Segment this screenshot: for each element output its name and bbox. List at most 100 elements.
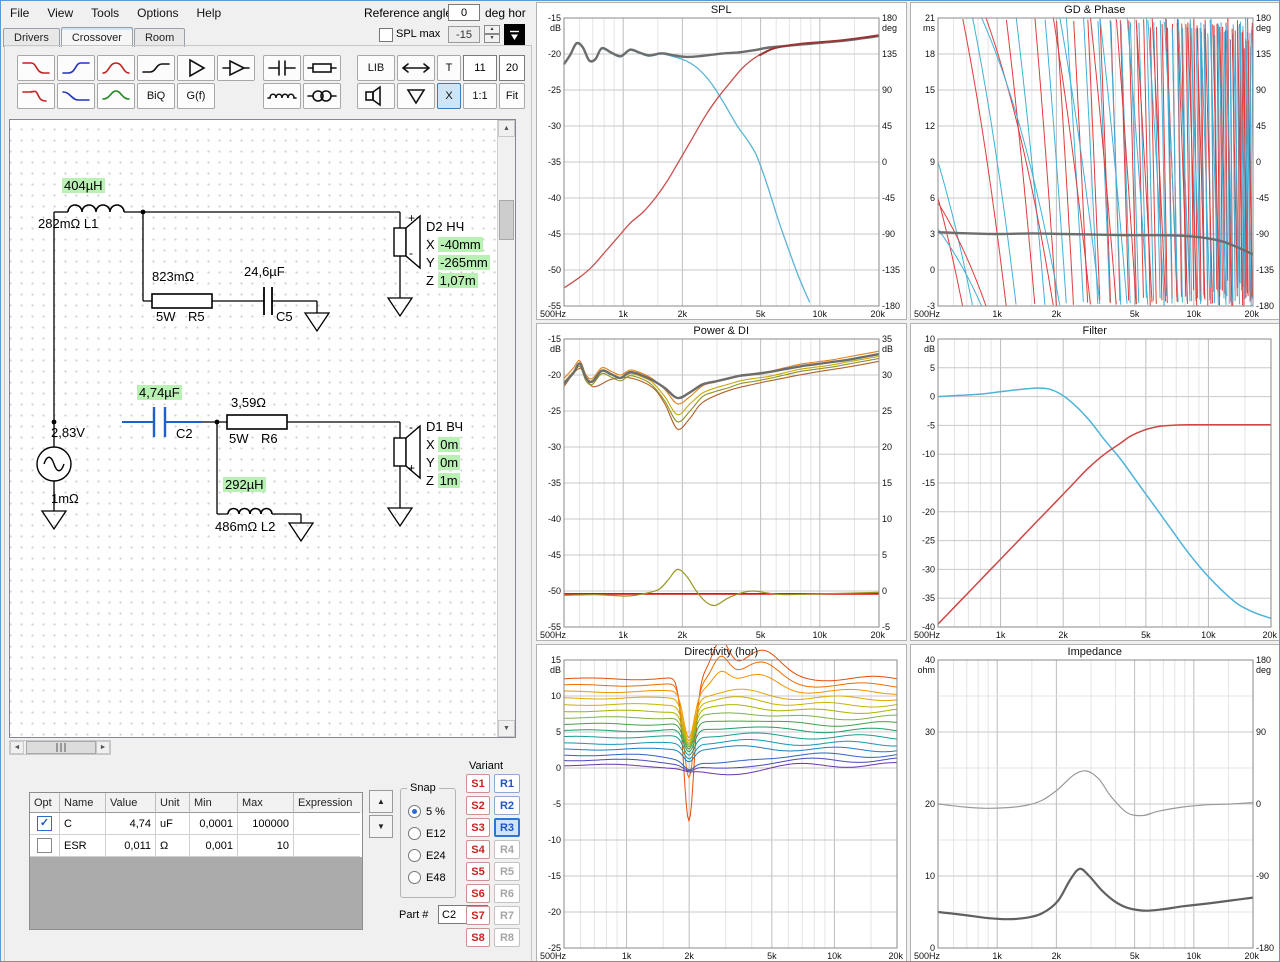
buffer-amplifier-button[interactable]: [217, 55, 255, 81]
component-l1[interactable]: [67, 204, 125, 213]
scroll-down-icon[interactable]: ▼: [498, 720, 515, 737]
gain-function-button[interactable]: G(f): [177, 83, 215, 109]
d2-z-label[interactable]: Z 1,07m: [426, 273, 478, 289]
spl-max-spinner[interactable]: ▲ ▼: [484, 25, 500, 44]
radio-icon[interactable]: [408, 827, 421, 840]
bandpass-filter-button[interactable]: [97, 55, 135, 81]
col-min[interactable]: Min: [190, 793, 238, 813]
variant-r1-button[interactable]: R1: [494, 774, 520, 793]
lowpass-filter-button[interactable]: [17, 55, 55, 81]
component-r5[interactable]: [151, 293, 213, 309]
x-toggle-button[interactable]: X: [437, 83, 461, 109]
tab-drivers[interactable]: Drivers: [3, 28, 60, 47]
variant-r6-button[interactable]: R6: [494, 884, 520, 903]
c2-ref-label[interactable]: C2: [176, 426, 193, 442]
scroll-right-icon[interactable]: ►: [96, 741, 110, 754]
library-button[interactable]: LIB: [357, 55, 395, 81]
variant-r5-button[interactable]: R5: [494, 862, 520, 881]
component-source[interactable]: [36, 446, 72, 482]
autoscale-button[interactable]: [504, 24, 525, 46]
variant-s8-button[interactable]: S8: [466, 928, 490, 947]
d2-ref-label[interactable]: D2 НЧ: [426, 219, 464, 235]
fit-button[interactable]: Fit: [499, 83, 525, 109]
c2-value-label[interactable]: 4,74µF: [137, 385, 182, 401]
table-row[interactable]: ✓ C 4,74 uF 0,0001 100000: [30, 813, 362, 835]
snap-option-e24[interactable]: E24: [408, 849, 446, 862]
vertical-scroll-thumb[interactable]: [499, 200, 514, 240]
col-expression[interactable]: Expression: [294, 793, 360, 813]
ideal-amplifier-button[interactable]: [177, 55, 215, 81]
d2-x-label[interactable]: X -40mm: [426, 237, 483, 253]
menu-view[interactable]: View: [38, 2, 82, 24]
l1-detail-label[interactable]: 282mΩ L1: [38, 216, 98, 232]
r6-ref-label[interactable]: R6: [261, 431, 278, 447]
component-d2[interactable]: [393, 214, 421, 270]
col-value[interactable]: Value: [106, 793, 156, 813]
spl-max-value-input[interactable]: [448, 26, 480, 43]
l2-value-label[interactable]: 292µH: [223, 477, 266, 493]
horizontal-scrollbar[interactable]: ◄ ►: [9, 740, 111, 755]
variant-r2-button[interactable]: R2: [494, 796, 520, 815]
d2-y-label[interactable]: Y -265mm: [426, 255, 490, 271]
variant-s1-button[interactable]: S1: [466, 774, 490, 793]
d1-z-label[interactable]: Z 1m: [426, 473, 460, 489]
snap-option-e12[interactable]: E12: [408, 827, 446, 840]
r5-value-label[interactable]: 823mΩ: [152, 269, 194, 285]
opt-checkbox-checked[interactable]: ✓: [37, 816, 52, 831]
scroll-left-icon[interactable]: ◄: [10, 741, 24, 754]
component-d1[interactable]: [393, 424, 421, 480]
table-row[interactable]: ESR 0,011 Ω 0,001 10: [30, 835, 362, 857]
l1-value-label[interactable]: 404µH: [62, 178, 105, 194]
highpass2-filter-button[interactable]: [57, 83, 95, 109]
component-r6[interactable]: [226, 414, 288, 430]
wire-button[interactable]: [397, 55, 435, 81]
shelf-filter-button[interactable]: [137, 55, 175, 81]
spinner-up-icon[interactable]: ▲: [484, 25, 500, 34]
driver-button[interactable]: [357, 83, 395, 109]
menu-options[interactable]: Options: [128, 2, 187, 24]
radio-icon[interactable]: [408, 871, 421, 884]
spinner-down-icon[interactable]: ▼: [484, 34, 500, 43]
col-opt[interactable]: Opt: [30, 793, 60, 813]
inductor-button[interactable]: [263, 83, 301, 109]
d1-ref-label[interactable]: D1 ВЧ: [426, 419, 463, 435]
radio-icon[interactable]: [408, 805, 421, 818]
grid-rows-input[interactable]: 20: [499, 55, 525, 81]
variant-r8-button[interactable]: R8: [494, 928, 520, 947]
capacitor-button[interactable]: [263, 55, 301, 81]
schematic-canvas[interactable]: 404µH 282mΩ L1 823mΩ 5W R5 24,6µF C5 + -…: [9, 119, 516, 738]
variant-r7-button[interactable]: R7: [494, 906, 520, 925]
variant-s6-button[interactable]: S6: [466, 884, 490, 903]
variant-s2-button[interactable]: S2: [466, 796, 490, 815]
reference-angle-input[interactable]: [448, 4, 480, 21]
lowpass2-filter-button[interactable]: [17, 83, 55, 109]
col-max[interactable]: Max: [238, 793, 294, 813]
radio-icon[interactable]: [408, 849, 421, 862]
snap-option-5pct[interactable]: 5 %: [408, 805, 445, 818]
menu-file[interactable]: File: [1, 2, 38, 24]
ratio-button[interactable]: 1:1: [463, 83, 497, 109]
horizontal-scroll-thumb[interactable]: [26, 741, 96, 754]
polarity-button[interactable]: [397, 83, 435, 109]
col-unit[interactable]: Unit: [156, 793, 190, 813]
d1-x-label[interactable]: X 0m: [426, 437, 461, 453]
text-tool-button[interactable]: T: [437, 55, 461, 81]
scroll-up-icon[interactable]: ▲: [498, 120, 515, 137]
move-up-button[interactable]: ▲: [369, 790, 393, 813]
move-down-button[interactable]: ▼: [369, 815, 393, 838]
source-value-label[interactable]: 2,83V: [51, 425, 85, 441]
vertical-scrollbar[interactable]: ▲ ▼: [497, 120, 515, 737]
variant-r3-button[interactable]: R3: [494, 818, 520, 837]
variant-s5-button[interactable]: S5: [466, 862, 490, 881]
tab-room[interactable]: Room: [133, 28, 186, 47]
component-l2[interactable]: [227, 507, 273, 515]
highpass-filter-button[interactable]: [57, 55, 95, 81]
resistor-button[interactable]: [303, 55, 341, 81]
snap-option-e48[interactable]: E48: [408, 871, 446, 884]
tab-crossover[interactable]: Crossover: [60, 27, 133, 47]
r6-value-label[interactable]: 3,59Ω: [231, 395, 266, 411]
component-c5[interactable]: [263, 287, 273, 315]
spl-max-checkbox[interactable]: [379, 28, 393, 42]
r5-ref-label[interactable]: R5: [188, 309, 205, 325]
variant-s3-button[interactable]: S3: [466, 818, 490, 837]
